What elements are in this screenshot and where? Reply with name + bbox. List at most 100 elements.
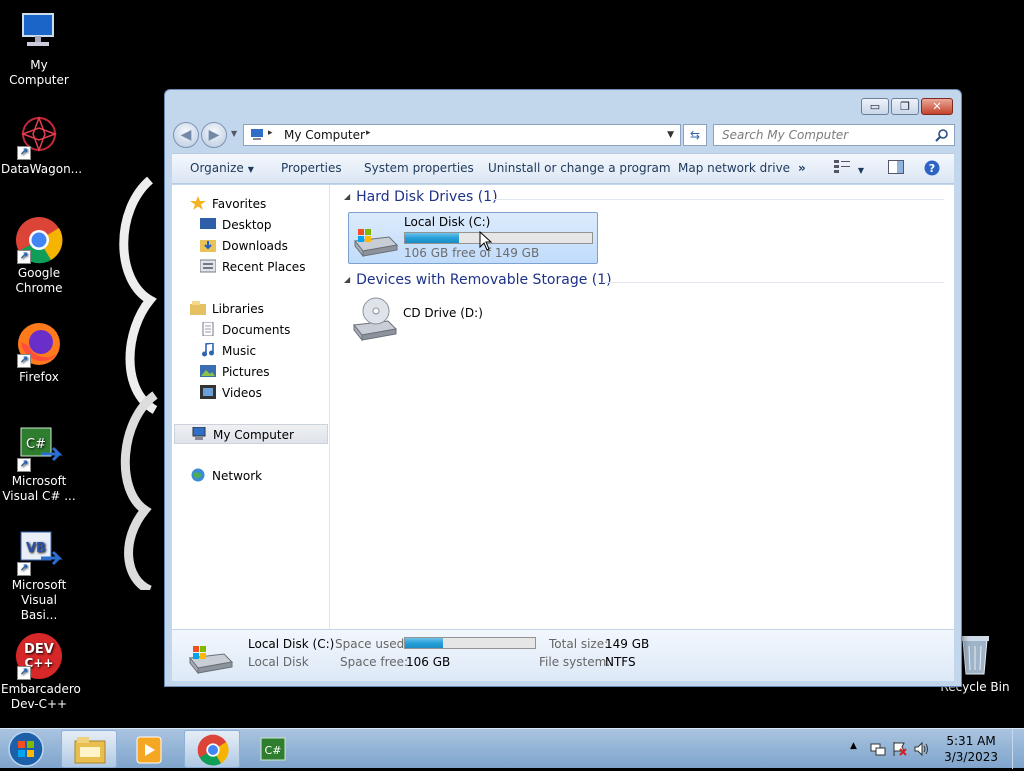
nav-label: Pictures (222, 365, 270, 379)
close-button[interactable]: ✕ (921, 98, 953, 115)
desktop-icon-visual-basic[interactable]: VB ↗ Microsoft Visual Basi... (1, 528, 77, 623)
desktop-icon-label: Firefox (19, 370, 59, 384)
vb-glyph: VB (26, 541, 46, 556)
music-note-icon (202, 343, 214, 357)
desktop-icon-firefox[interactable]: ↗ Firefox (1, 320, 77, 385)
command-bar: Organize ▼ Properties System properties U… (172, 153, 954, 184)
libraries-icon (190, 301, 206, 315)
nav-item-libraries[interactable]: Libraries (190, 299, 264, 319)
nav-item-downloads[interactable]: Downloads (200, 236, 288, 256)
details-drive-type: Local Disk (248, 655, 309, 669)
volume-icon[interactable] (914, 741, 930, 757)
details-space-free-label: Space free: (340, 655, 409, 669)
breadcrumb-separator-icon[interactable]: ▸ (268, 128, 273, 138)
view-icon (834, 160, 850, 173)
show-hidden-icons-chevron-icon[interactable]: ▲ (850, 741, 857, 751)
nav-item-network[interactable]: Network (190, 466, 262, 486)
desktop-icon-label: DataWagon... (1, 162, 83, 176)
action-center-flag-icon[interactable] (892, 741, 908, 757)
nav-label: Downloads (222, 239, 288, 253)
help-button[interactable]: ? (924, 160, 940, 179)
search-box[interactable] (713, 124, 955, 146)
clock-date: 3/3/2023 (944, 750, 998, 764)
navigation-bar: ◀ ▶ ▼ ▸ My Computer ▸ ▼ ⇆ (173, 122, 955, 148)
pictures-icon (200, 365, 216, 377)
desktop-icon-label: Embarcadero Dev-C++ (1, 682, 81, 711)
desktop-icon-my-computer[interactable]: My Computer (1, 8, 77, 88)
properties-button[interactable]: Properties (281, 161, 342, 175)
content-area: Favorites Desktop Downloads Recent Place… (172, 185, 954, 629)
group-divider (602, 282, 944, 283)
group-header-removable-storage[interactable]: ◢ Devices with Removable Storage (1) (344, 272, 612, 288)
nav-item-favorites[interactable]: Favorites (190, 194, 266, 214)
chevron-down-icon: ▼ (857, 166, 864, 175)
forward-button[interactable]: ▶ (201, 122, 227, 148)
nav-item-pictures[interactable]: Pictures (200, 362, 270, 382)
minimize-button[interactable]: ▭ (861, 98, 889, 115)
items-pane: ◢ Hard Disk Drives (1) Local Disk (C:) 10… (332, 185, 954, 629)
desktop-icon-label: Microsoft Visual Basi... (11, 578, 67, 622)
more-commands-button[interactable]: » (798, 161, 806, 175)
taskbar-media-player-button[interactable] (122, 730, 178, 768)
nav-item-my-computer[interactable]: My Computer (174, 424, 328, 444)
start-button[interactable] (4, 730, 48, 768)
desktop-icon-devcpp[interactable]: DEV C++ ↗ Embarcadero Dev-C++ (1, 632, 81, 712)
nav-item-documents[interactable]: Documents (200, 320, 290, 340)
details-pane: Local Disk (C:) Local Disk Space used: S… (172, 629, 954, 681)
desktop-icon-visual-csharp[interactable]: C# ↗ Microsoft Visual C# ... (1, 424, 77, 504)
recent-pages-chevron-icon[interactable]: ▼ (231, 129, 237, 138)
nav-item-music[interactable]: Music (200, 341, 256, 361)
chrome-icon: ↗ (15, 216, 63, 264)
change-view-button[interactable]: ▼ (834, 159, 864, 176)
details-file-system-value: NTFS (605, 655, 636, 669)
group-divider (492, 199, 944, 200)
taskbar-explorer-button[interactable] (61, 730, 117, 768)
details-total-size-value: 149 GB (605, 637, 650, 651)
nav-item-videos[interactable]: Videos (200, 383, 262, 403)
system-properties-button[interactable]: System properties (364, 161, 474, 175)
wallpaper-swirl (119, 176, 158, 590)
taskbar-visual-csharp-button[interactable]: C# (246, 730, 302, 768)
preview-pane-button[interactable] (888, 160, 904, 177)
nav-item-recent-places[interactable]: Recent Places (200, 257, 305, 277)
nav-label: Desktop (222, 218, 272, 232)
address-dropdown-icon[interactable]: ▼ (667, 130, 674, 140)
forward-arrow-icon: ▶ (208, 127, 220, 143)
clock[interactable]: 5:31 AM 3/3/2023 (944, 733, 998, 765)
drive-item-cd-drive-d[interactable]: CD Drive (D:) (348, 295, 508, 345)
uninstall-program-button[interactable]: Uninstall or change a program (488, 161, 671, 175)
organize-button[interactable]: Organize ▼ (190, 161, 254, 175)
computer-icon (192, 427, 206, 440)
desktop-icon-datawagon[interactable]: ↗ DataWagon... (1, 112, 83, 177)
visual-csharp-icon: C# (260, 737, 286, 761)
taskbar-chrome-button[interactable] (184, 730, 240, 768)
shortcut-arrow-icon: ↗ (17, 666, 31, 680)
breadcrumb-my-computer[interactable]: My Computer (284, 128, 365, 142)
breadcrumb-separator-icon[interactable]: ▸ (366, 128, 371, 138)
desktop-icon-label: My Computer (9, 58, 69, 87)
dev-glyph: DEV (24, 642, 54, 657)
drive-name: CD Drive (D:) (403, 306, 483, 320)
back-button[interactable]: ◀ (173, 122, 199, 148)
firefox-icon: ↗ (15, 320, 63, 368)
group-header-hard-disk-drives[interactable]: ◢ Hard Disk Drives (1) (344, 189, 498, 205)
shortcut-arrow-icon: ↗ (17, 458, 31, 472)
refresh-button[interactable]: ⇆ (683, 124, 707, 146)
collapse-triangle-icon: ◢ (344, 192, 351, 201)
details-space-used-label: Space used: (335, 637, 409, 651)
address-bar[interactable]: ▸ My Computer ▸ ▼ (243, 124, 681, 146)
nav-label: Documents (222, 323, 291, 337)
csharp-glyph: C# (26, 437, 46, 452)
desktop-icon-chrome[interactable]: ↗ Google Chrome (1, 216, 77, 296)
search-input[interactable] (720, 126, 930, 144)
map-network-drive-button[interactable]: Map network drive (678, 161, 790, 175)
explorer-window: ▭ ❐ ✕ ◀ ▶ ▼ ▸ My Computer ▸ ▼ ⇆ Organize… (164, 89, 962, 687)
restore-icon: ❐ (900, 100, 910, 113)
nav-item-desktop[interactable]: Desktop (200, 215, 272, 235)
drive-item-local-disk-c[interactable]: Local Disk (C:) 106 GB free of 149 GB (348, 212, 598, 264)
network-tray-icon[interactable] (870, 741, 886, 757)
show-desktop-button[interactable] (1012, 729, 1024, 769)
restore-button[interactable]: ❐ (891, 98, 919, 115)
search-icon[interactable] (935, 128, 949, 142)
film-icon (200, 385, 216, 399)
